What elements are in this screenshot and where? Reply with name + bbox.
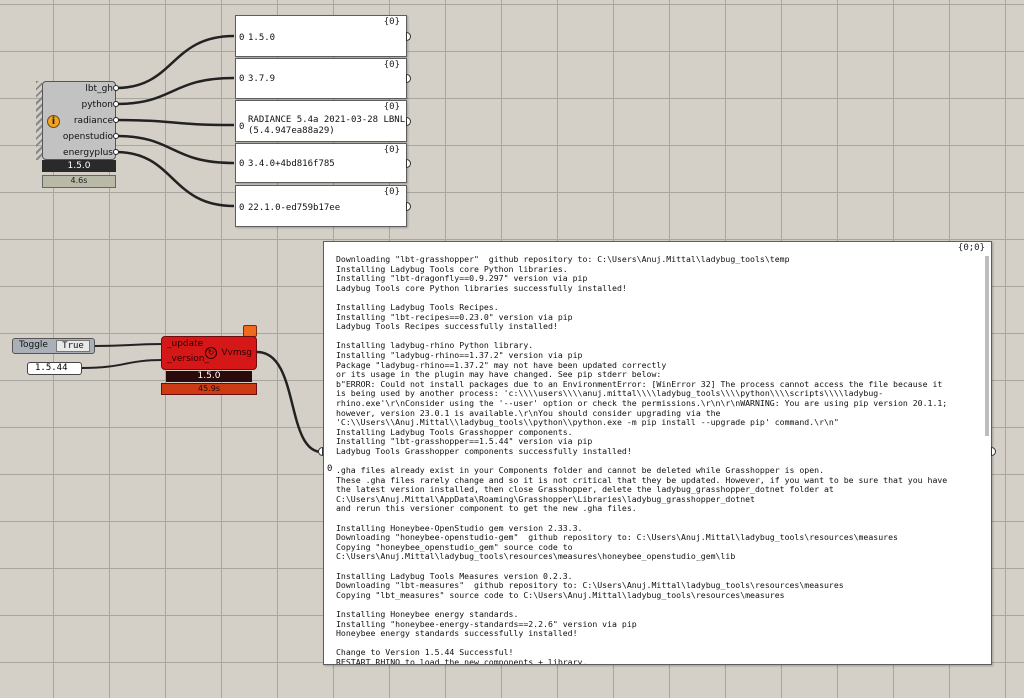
panel-radiance[interactable]: {0} 0 RADIANCE 5.4a 2021-03-28 LBNL (5.4… — [235, 100, 407, 142]
output-openstudio[interactable]: openstudio — [63, 132, 113, 142]
component-version-label: 1.5.0 — [42, 160, 116, 172]
version-info-component[interactable]: lbt_gh python i radiance openstudio ener… — [42, 81, 116, 160]
output-grip[interactable] — [113, 149, 119, 155]
output-python[interactable]: python — [82, 100, 113, 110]
panel-output-grip[interactable] — [406, 159, 411, 168]
panel-header: {0} — [383, 60, 400, 70]
log-panel-header: {0;0} — [957, 243, 985, 253]
wire-version — [81, 359, 164, 369]
panel-energyplus[interactable]: {0} 0 22.1.0-ed759b17ee — [235, 185, 407, 227]
panel-output-grip[interactable] — [406, 202, 411, 211]
wire-vvmsg — [256, 350, 323, 454]
panel-output-grip[interactable] — [406, 32, 411, 41]
panel-openstudio[interactable]: {0} 0 3.4.0+4bd816f785 — [235, 143, 407, 183]
panel-lbt-gh[interactable]: {0} 0 1.5.0 — [235, 15, 407, 57]
panel-index: 0 — [239, 159, 245, 169]
wire-energyplus — [115, 150, 235, 208]
panel-index: 0 — [239, 33, 245, 43]
log-panel-input-grip[interactable] — [318, 447, 323, 456]
wire-lbt-gh — [115, 34, 235, 90]
output-vvmsg[interactable]: Vvmsg — [221, 348, 252, 358]
panel-index: 0 — [239, 122, 245, 132]
input-update[interactable]: _update — [167, 339, 203, 349]
panel-header: {0} — [383, 17, 400, 27]
versioner-component[interactable]: _update _version_ ↻ Vvmsg — [161, 336, 257, 370]
boolean-toggle[interactable]: Toggle True — [12, 338, 95, 354]
component-time-badge: 4.6s — [42, 175, 116, 188]
versioner-icon: ↻ — [205, 347, 217, 359]
panel-output-grip[interactable] — [406, 117, 411, 126]
wire-python — [115, 76, 235, 106]
versioner-version-label: 1.5.0 — [166, 371, 252, 382]
wire-openstudio — [115, 134, 235, 165]
versioner-time-badge: 45.9s — [161, 383, 257, 395]
log-panel-text: Downloading "lbt-grasshopper" github rep… — [336, 254, 948, 665]
toggle-value[interactable]: True — [56, 340, 90, 352]
output-energyplus[interactable]: energyplus — [63, 148, 113, 158]
input-version[interactable]: _version_ — [167, 354, 209, 364]
panel-index: 0 — [239, 74, 245, 84]
panel-header: {0} — [383, 102, 400, 112]
panel-index: 0 — [239, 203, 245, 213]
output-lbt-gh[interactable]: lbt_gh — [85, 84, 113, 94]
panel-header: {0} — [383, 145, 400, 155]
log-panel-scrollbar[interactable] — [985, 256, 989, 436]
log-panel-output-grip[interactable] — [991, 447, 996, 456]
panel-text: 3.4.0+4bd816f785 — [248, 159, 335, 169]
toggle-label: Toggle — [19, 340, 48, 350]
version-input-panel[interactable]: 1.5.44 — [27, 362, 82, 375]
panel-text: RADIANCE 5.4a 2021-03-28 LBNL (5.4.947ea… — [248, 115, 406, 136]
panel-python[interactable]: {0} 0 3.7.9 — [235, 58, 407, 99]
panel-text: 3.7.9 — [248, 74, 276, 84]
panel-text: 22.1.0-ed759b17ee — [248, 203, 341, 213]
panel-text: 1.5.0 — [248, 33, 276, 43]
output-grip[interactable] — [113, 117, 119, 123]
output-grip[interactable] — [113, 101, 119, 107]
panel-header: {0} — [383, 187, 400, 197]
wire-toggle — [94, 343, 164, 347]
panel-output-grip[interactable] — [406, 74, 411, 83]
output-radiance[interactable]: radiance — [74, 116, 113, 126]
log-panel[interactable]: {0;0} 0 Downloading "lbt-grasshopper" gi… — [323, 241, 992, 665]
wire-radiance — [115, 118, 235, 127]
output-grip[interactable] — [113, 133, 119, 139]
info-icon: i — [47, 115, 60, 128]
output-grip[interactable] — [113, 85, 119, 91]
log-panel-index: 0 — [327, 464, 333, 474]
